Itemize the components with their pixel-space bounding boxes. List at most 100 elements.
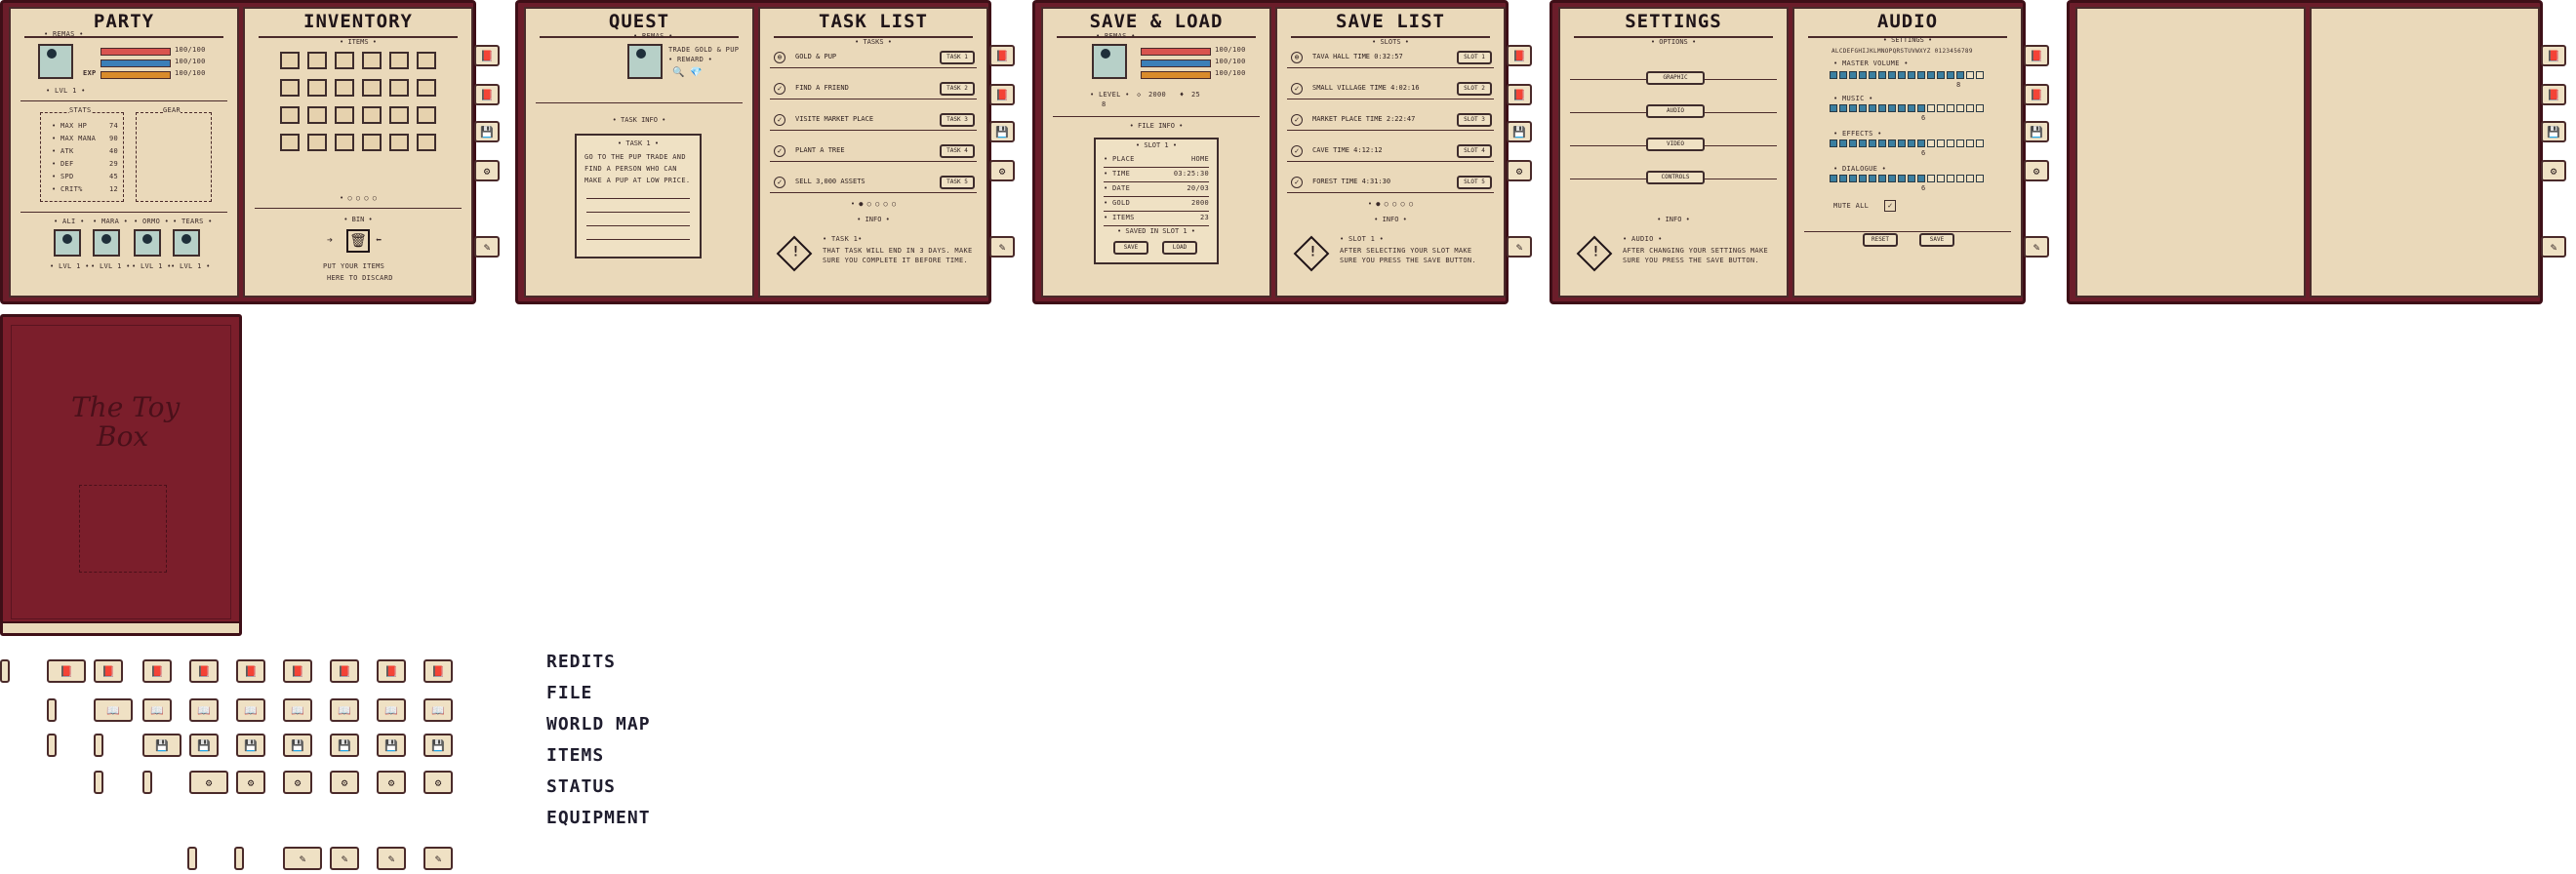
inventory-slot[interactable]: [335, 134, 354, 151]
slider-segment[interactable]: [1849, 175, 1857, 182]
inventory-slot[interactable]: [417, 134, 436, 151]
slider-segment[interactable]: [1947, 71, 1954, 79]
tab-status[interactable]: ⚙: [474, 160, 500, 181]
slider-segment[interactable]: [1898, 71, 1906, 79]
tab-world-map[interactable]: 📕: [1507, 84, 1532, 105]
tab-world-map[interactable]: 📕: [474, 84, 500, 105]
trash-bin-icon[interactable]: 🗑: [346, 229, 370, 253]
inventory-slot[interactable]: [362, 52, 382, 69]
effects-slider[interactable]: [1830, 139, 1986, 147]
tab-equipment[interactable]: ✎: [989, 236, 1015, 258]
slider-segment[interactable]: [1839, 175, 1847, 182]
slider-segment[interactable]: [1937, 139, 1945, 147]
slider-segment[interactable]: [1956, 175, 1964, 182]
slot-row[interactable]: ✓ MARKET PLACE TIME 2:22:47 SLOT 3: [1287, 110, 1494, 131]
slot-row[interactable]: ✓ CAVE TIME 4:12:12 SLOT 4: [1287, 141, 1494, 162]
save-button[interactable]: SAVE: [1113, 241, 1148, 255]
slider-segment[interactable]: [1888, 71, 1896, 79]
slider-segment[interactable]: [1839, 104, 1847, 112]
inventory-slot[interactable]: [389, 52, 409, 69]
tab-equipment[interactable]: ✎: [1507, 236, 1532, 258]
slider-segment[interactable]: [1859, 71, 1867, 79]
tab-items[interactable]: 💾: [1507, 121, 1532, 142]
gear-box[interactable]: [136, 112, 212, 202]
task-row[interactable]: ⊕ GOLD & PUP TASK 1: [770, 48, 977, 68]
tab-world-map[interactable]: 📕: [2541, 84, 2566, 105]
slider-segment[interactable]: [1917, 104, 1925, 112]
slider-segment[interactable]: [1878, 104, 1886, 112]
slider-segment[interactable]: [1839, 139, 1847, 147]
load-button[interactable]: LOAD: [1162, 241, 1197, 255]
task-row[interactable]: ✓ PLANT A TREE TASK 4: [770, 141, 977, 162]
option-controls-button[interactable]: CONTROLS: [1646, 171, 1705, 184]
slider-segment[interactable]: [1878, 139, 1886, 147]
tab-status[interactable]: ⚙: [989, 160, 1015, 181]
member-portrait[interactable]: [93, 229, 120, 257]
inventory-slot[interactable]: [417, 52, 436, 69]
inventory-slot[interactable]: [307, 106, 327, 124]
task-row[interactable]: ✓ VISITE MARKET PLACE TASK 3: [770, 110, 977, 131]
slider-segment[interactable]: [1878, 71, 1886, 79]
tab-file[interactable]: 📕: [1507, 45, 1532, 66]
slider-segment[interactable]: [1888, 104, 1896, 112]
slider-segment[interactable]: [1976, 71, 1984, 79]
slider-segment[interactable]: [1849, 104, 1857, 112]
master-volume-slider[interactable]: [1830, 71, 1986, 79]
tab-items[interactable]: 💾: [2024, 121, 2049, 142]
slider-segment[interactable]: [1908, 71, 1915, 79]
pagination-dots[interactable]: • ○ ○ ○ ○: [255, 194, 462, 202]
slider-segment[interactable]: [1830, 175, 1837, 182]
inventory-slot[interactable]: [335, 79, 354, 97]
slider-segment[interactable]: [1966, 139, 1974, 147]
slider-segment[interactable]: [1966, 71, 1974, 79]
slider-segment[interactable]: [1927, 175, 1935, 182]
slider-segment[interactable]: [1927, 104, 1935, 112]
closed-book-cover[interactable]: The Toy Box: [0, 314, 242, 636]
slider-segment[interactable]: [1898, 139, 1906, 147]
slider-segment[interactable]: [1917, 71, 1925, 79]
slider-segment[interactable]: [1859, 139, 1867, 147]
slider-segment[interactable]: [1917, 139, 1925, 147]
slider-segment[interactable]: [1869, 71, 1876, 79]
inventory-slot[interactable]: [417, 79, 436, 97]
hero-portrait[interactable]: [627, 44, 663, 79]
slider-segment[interactable]: [1976, 104, 1984, 112]
slot-row[interactable]: ⊕ TAVA HALL TIME 0:32:57 SLOT 1: [1287, 48, 1494, 68]
slider-segment[interactable]: [1937, 71, 1945, 79]
inventory-slot[interactable]: [389, 134, 409, 151]
tab-status[interactable]: ⚙: [2024, 160, 2049, 181]
task-button[interactable]: TASK 1: [940, 51, 975, 64]
slider-segment[interactable]: [1849, 139, 1857, 147]
inventory-slot[interactable]: [280, 52, 300, 69]
slot-row[interactable]: ✓ SMALL VILLAGE TIME 4:02:16 SLOT 2: [1287, 79, 1494, 99]
dialogue-slider[interactable]: [1830, 175, 1986, 182]
task-row[interactable]: ✓ FIND A FRIEND TASK 2: [770, 79, 977, 99]
member-portrait[interactable]: [54, 229, 81, 257]
slider-segment[interactable]: [1927, 71, 1935, 79]
tab-file[interactable]: 📕: [474, 45, 500, 66]
hero-portrait[interactable]: [1092, 44, 1127, 79]
task-button[interactable]: TASK 5: [940, 176, 975, 189]
tab-equipment[interactable]: ✎: [2024, 236, 2049, 258]
slider-segment[interactable]: [1947, 104, 1954, 112]
slider-segment[interactable]: [1849, 71, 1857, 79]
inventory-slot[interactable]: [362, 79, 382, 97]
slider-segment[interactable]: [1927, 139, 1935, 147]
tab-items[interactable]: 💾: [2541, 121, 2566, 142]
slider-segment[interactable]: [1976, 175, 1984, 182]
slider-segment[interactable]: [1947, 139, 1954, 147]
slider-segment[interactable]: [1976, 139, 1984, 147]
reset-button[interactable]: RESET: [1863, 233, 1898, 247]
slider-segment[interactable]: [1908, 139, 1915, 147]
mute-checkbox[interactable]: ✓: [1884, 200, 1896, 212]
tab-file[interactable]: 📕: [989, 45, 1015, 66]
task-row[interactable]: ✓ SELL 3,000 ASSETS TASK 5: [770, 173, 977, 193]
inventory-slot[interactable]: [362, 106, 382, 124]
option-graphic-button[interactable]: GRAPHIC: [1646, 71, 1705, 85]
pagination-dots[interactable]: • ● ○ ○ ○ ○: [1287, 200, 1494, 208]
slot-button[interactable]: SLOT 2: [1457, 82, 1492, 96]
member-portrait[interactable]: [173, 229, 200, 257]
inventory-slot[interactable]: [280, 79, 300, 97]
inventory-slot[interactable]: [307, 79, 327, 97]
slider-segment[interactable]: [1898, 104, 1906, 112]
